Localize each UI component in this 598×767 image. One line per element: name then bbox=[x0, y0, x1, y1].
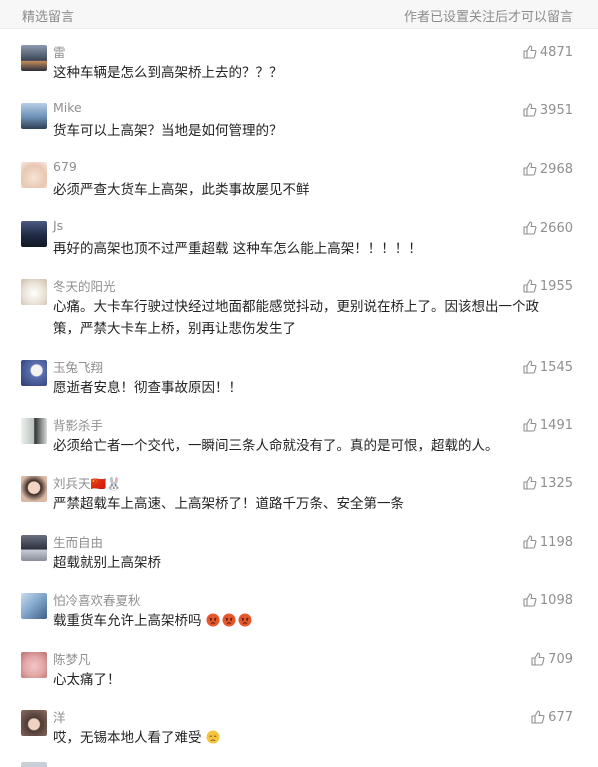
thumbs-up-icon bbox=[523, 535, 537, 549]
avatar[interactable] bbox=[21, 45, 47, 71]
like-count: 1198 bbox=[539, 534, 573, 550]
follow-to-comment-note: 作者已设置关注后才可以留言 bbox=[403, 10, 573, 25]
comment-text: 哎，无锡本地人看了难受 bbox=[53, 727, 553, 749]
like-count: 1491 bbox=[539, 417, 573, 433]
avatar[interactable] bbox=[21, 103, 47, 129]
like-count: 1098 bbox=[539, 592, 573, 608]
angry-face-emoji bbox=[238, 613, 252, 627]
comment-text: 愿逝者安息！彻查事故原因！！ bbox=[53, 380, 242, 396]
comment-text-body: 载重货车允许上高架桥吗 bbox=[53, 613, 202, 629]
avatar[interactable] bbox=[21, 162, 47, 188]
sad-face-emoji bbox=[206, 730, 220, 744]
comment-text: 货车可以上高架？当地是如何管理的？ bbox=[53, 123, 283, 139]
thumbs-up-icon bbox=[523, 476, 537, 490]
comment-nickname: 怕冷喜欢春夏秋 bbox=[53, 593, 141, 608]
comment-text: 必须给亡者一个交代，一瞬间三条人命就没有了。真的是可恨，超载的人。 bbox=[53, 438, 499, 454]
comment-text: 再好的高架也顶不过严重超载 这种车怎么能上高架！！！！！ bbox=[53, 241, 422, 257]
comment-text: 严禁超载车上高速、上高架桥了！道路千万条、安全第一条 bbox=[53, 496, 404, 512]
thumbs-up-icon bbox=[523, 221, 537, 235]
like-count: 677 bbox=[548, 709, 573, 725]
angry-face-emoji bbox=[222, 613, 236, 627]
thumbs-up-icon bbox=[523, 45, 537, 59]
avatar[interactable] bbox=[21, 710, 47, 736]
like-button[interactable]: 1955 bbox=[523, 277, 573, 295]
comment-nickname: 生而自由 bbox=[53, 535, 104, 550]
thumbs-up-icon bbox=[523, 103, 537, 117]
comment-nickname: 679 bbox=[53, 159, 77, 174]
thumbs-up-icon bbox=[523, 162, 537, 176]
comment-nickname: 冬天的阳光 bbox=[53, 279, 116, 294]
like-count: 4871 bbox=[539, 44, 573, 60]
thumbs-up-icon bbox=[523, 360, 537, 374]
like-count: 2660 bbox=[539, 220, 573, 236]
thumbs-up-icon bbox=[523, 418, 537, 432]
comment-nickname: 洋 bbox=[53, 710, 66, 725]
like-button[interactable]: 1198 bbox=[523, 533, 573, 551]
thumbs-up-icon bbox=[531, 652, 545, 666]
like-button[interactable]: 709 bbox=[531, 650, 573, 668]
thumbs-up-icon bbox=[523, 279, 537, 293]
avatar[interactable] bbox=[21, 476, 47, 502]
like-count: 3951 bbox=[539, 102, 573, 118]
avatar[interactable] bbox=[21, 360, 47, 386]
comment-text: 必须严查大货车上高架，此类事故屡见不鲜 bbox=[53, 182, 310, 198]
avatar[interactable] bbox=[21, 652, 47, 678]
avatar[interactable] bbox=[21, 221, 47, 247]
angry-face-emoji bbox=[206, 613, 220, 627]
like-button[interactable]: 1098 bbox=[523, 591, 573, 609]
avatar[interactable] bbox=[21, 279, 47, 305]
comment-nickname: 雷 bbox=[53, 45, 66, 60]
avatar[interactable] bbox=[21, 593, 47, 619]
featured-comments-title: 精选留言 bbox=[22, 10, 75, 25]
comment-nickname: 玉兔飞翔 bbox=[53, 360, 104, 375]
like-button[interactable]: 1545 bbox=[523, 358, 573, 376]
comment-nickname: 刘兵天🇨🇳🐰 bbox=[53, 476, 122, 491]
like-button[interactable]: 1491 bbox=[523, 416, 573, 434]
comment-text: 心痛。大卡车行驶过快经过地面都能感觉抖动，更别说在桥上了。因该想出一个政策，严禁… bbox=[53, 299, 539, 337]
comment-nickname: Js bbox=[53, 218, 64, 233]
comment-nickname: 背影杀手 bbox=[53, 418, 104, 433]
comment-nickname: Mike bbox=[53, 100, 82, 115]
avatar bbox=[21, 762, 47, 767]
thumbs-up-icon bbox=[523, 593, 537, 607]
comment-text: 载重货车允许上高架桥吗 bbox=[53, 610, 553, 632]
thumbs-up-icon bbox=[531, 710, 545, 724]
comment-nickname: 陈梦凡 bbox=[53, 652, 91, 667]
like-button[interactable]: 3951 bbox=[523, 101, 573, 119]
like-count: 1545 bbox=[539, 359, 573, 375]
like-count: 2968 bbox=[539, 161, 573, 177]
comment-text: 心太痛了！ bbox=[53, 672, 121, 688]
like-button[interactable]: 4871 bbox=[523, 43, 573, 61]
comments-header: 精选留言 作者已设置关注后才可以留言 bbox=[0, 0, 598, 29]
like-button[interactable]: 677 bbox=[531, 708, 573, 726]
like-button[interactable]: 2660 bbox=[523, 219, 573, 237]
like-count: 1325 bbox=[539, 475, 573, 491]
avatar[interactable] bbox=[21, 418, 47, 444]
comment-text-body: 哎，无锡本地人看了难受 bbox=[53, 730, 202, 746]
avatar[interactable] bbox=[21, 535, 47, 561]
like-button[interactable]: 2968 bbox=[523, 160, 573, 178]
like-button[interactable]: 1325 bbox=[523, 474, 573, 492]
next-comment-peek bbox=[0, 759, 598, 767]
like-count: 1955 bbox=[539, 278, 573, 294]
like-count: 709 bbox=[548, 651, 573, 667]
comment-text: 超载就别上高架桥 bbox=[53, 555, 161, 571]
comment-text: 这种车辆是怎么到高架桥上去的？？？ bbox=[53, 65, 283, 81]
